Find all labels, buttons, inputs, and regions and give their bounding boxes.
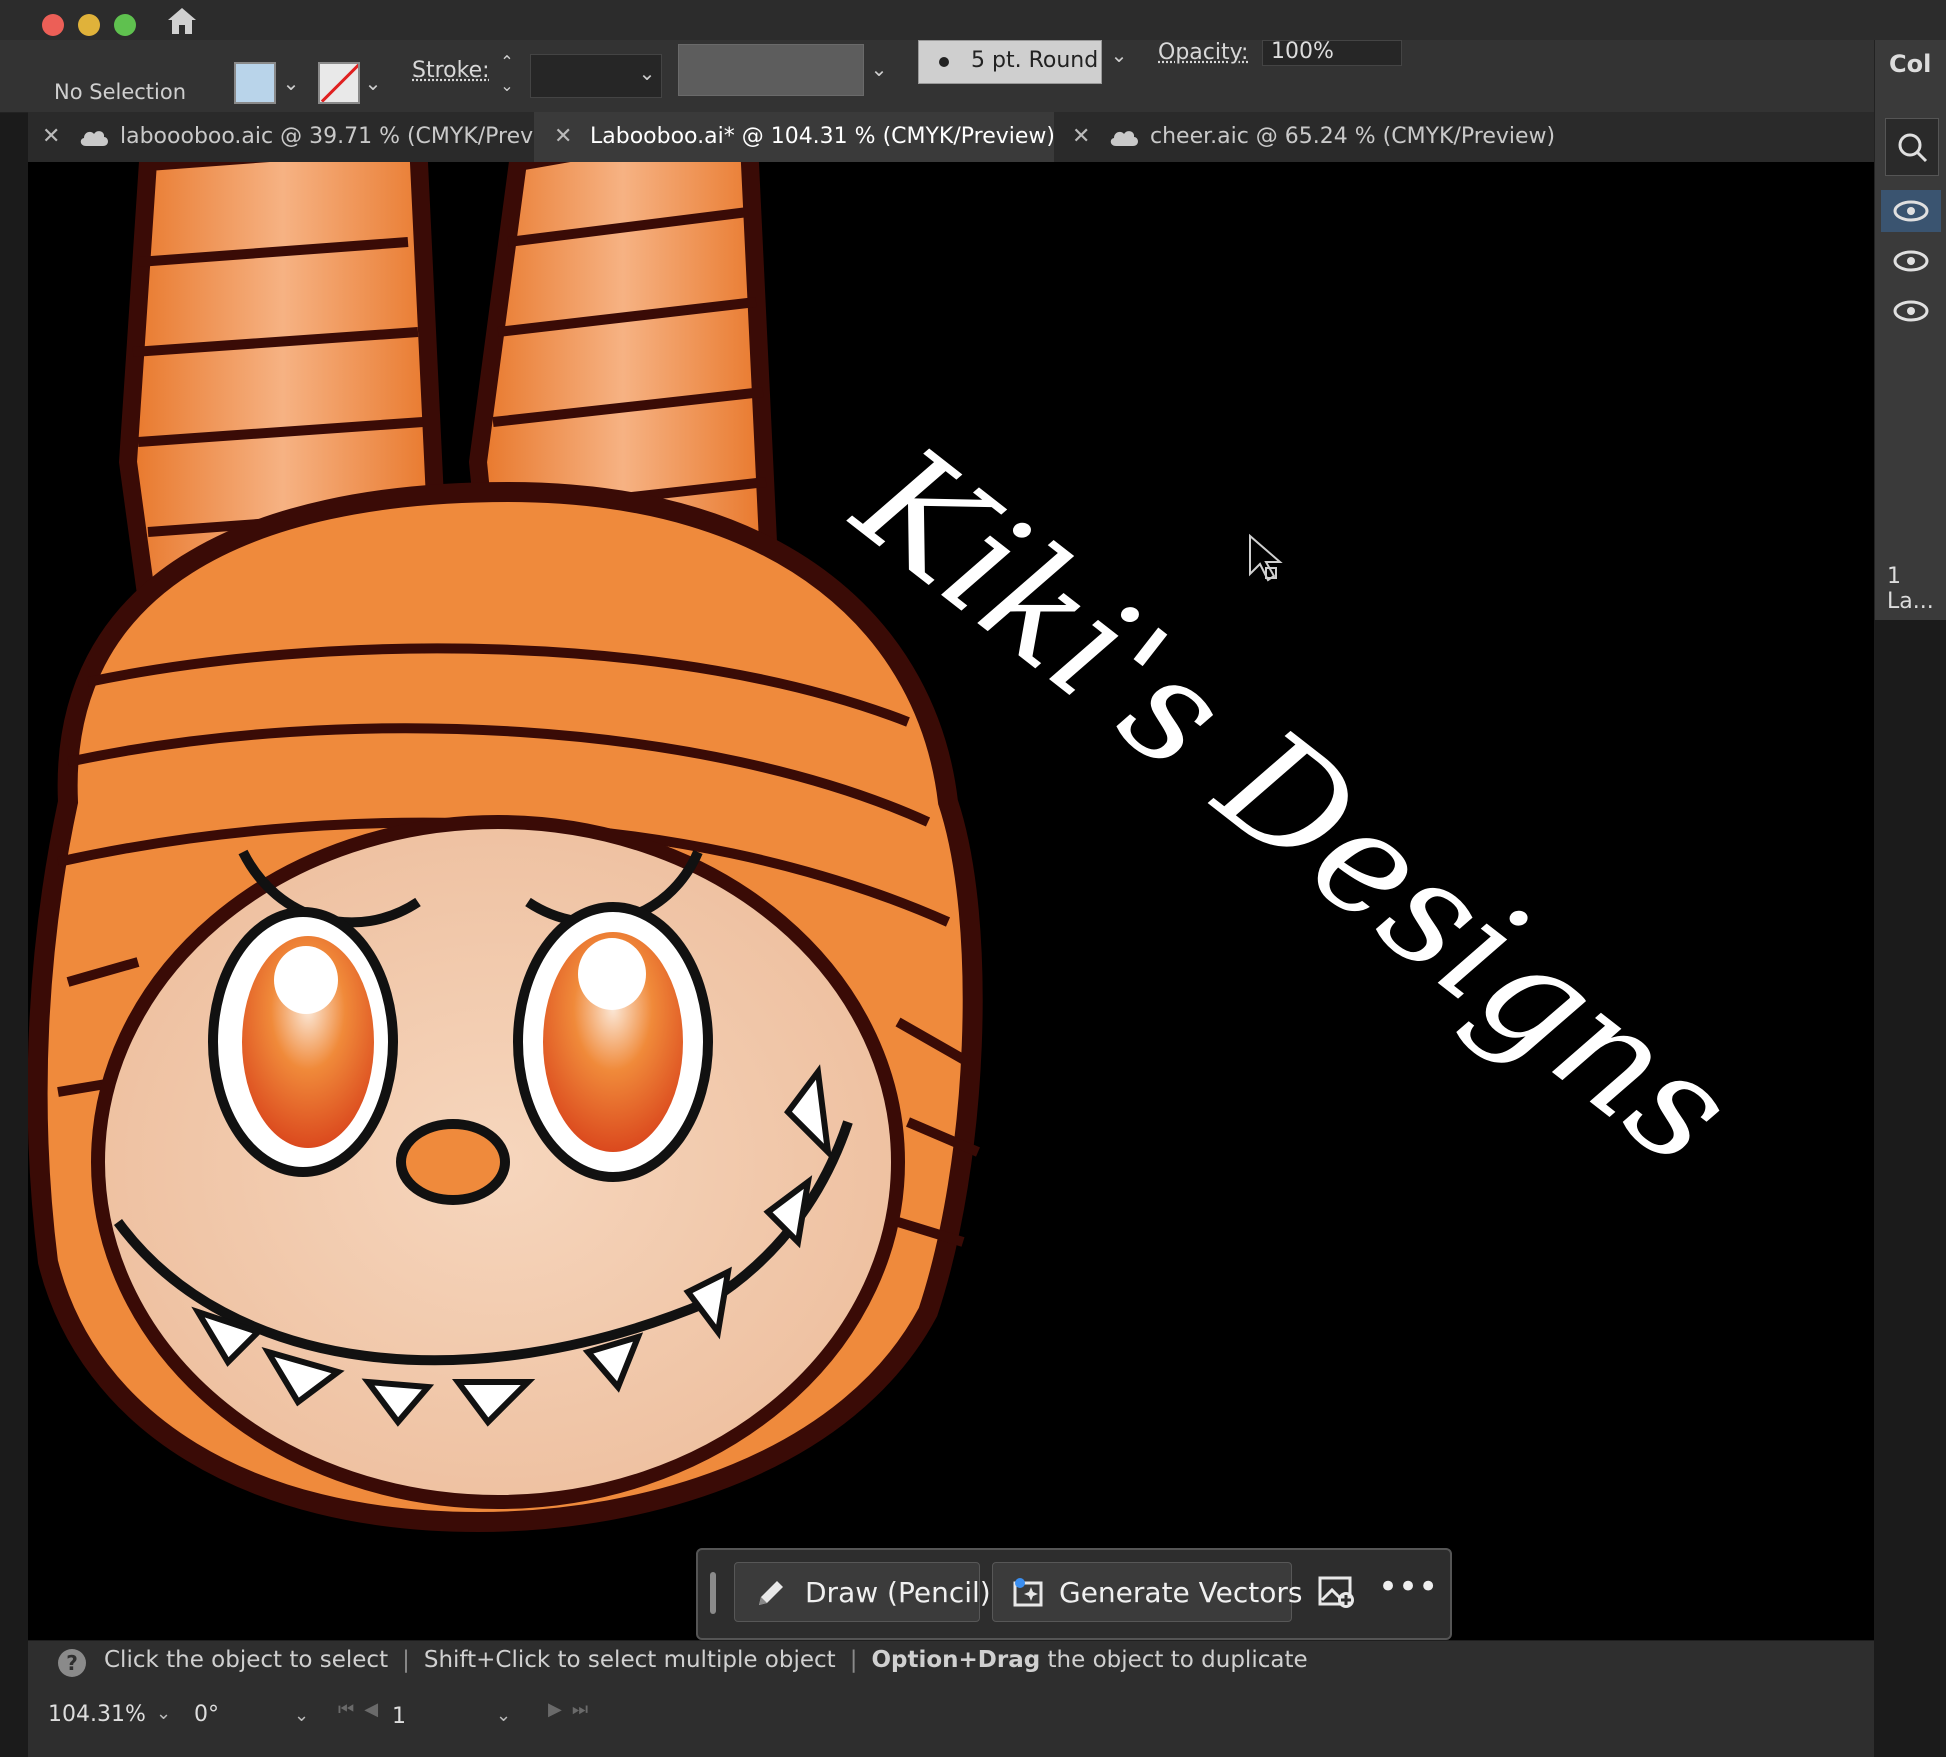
generate-vectors-label: Generate Vectors <box>1059 1576 1303 1609</box>
variable-width-profile-select[interactable] <box>678 44 864 96</box>
drag-handle[interactable] <box>710 1572 716 1614</box>
control-bar: No Selection ⌄ ⌄ Stroke: ⌃ ⌄ ⌄ ⌄ 5 pt. Ro… <box>0 40 1946 113</box>
close-tab-icon[interactable]: ✕ <box>42 112 64 162</box>
visibility-eye-icon[interactable] <box>1881 240 1941 282</box>
cloud-icon <box>80 131 108 146</box>
search-icon <box>1898 133 1928 163</box>
tab-label: cheer.aic @ 65.24 % (CMYK/Preview) <box>1150 124 1556 149</box>
tab-labooboo-ai[interactable]: ✕ Labooboo.ai* @ 104.31 % (CMYK/Preview) <box>534 112 1055 162</box>
cloud-icon <box>1110 131 1138 146</box>
home-icon[interactable] <box>164 4 200 36</box>
opacity-field[interactable]: 100% <box>1262 40 1402 66</box>
close-tab-icon[interactable]: ✕ <box>554 112 576 162</box>
place-image-icon[interactable] <box>1310 1564 1362 1620</box>
tab-cheer-aic[interactable]: ✕ cheer.aic @ 65.24 % (CMYK/Preview) <box>1072 112 1555 162</box>
selection-status: No Selection <box>54 80 187 104</box>
layers-count: 1 La... <box>1887 564 1934 614</box>
panel-title[interactable]: Col <box>1889 50 1931 78</box>
panel-search-button[interactable] <box>1885 118 1939 176</box>
opacity-label[interactable]: Opacity: <box>1158 40 1248 65</box>
brush-dot-icon <box>939 57 949 67</box>
brush-definition-select[interactable]: 5 pt. Round <box>918 40 1102 84</box>
artboard-next-arrows-icon[interactable]: ▶⏭ <box>548 1699 598 1720</box>
nose <box>396 1119 510 1205</box>
stroke-weight-chevron-icon[interactable]: ⌄ <box>636 62 658 84</box>
separator: | <box>402 1647 410 1673</box>
generate-vectors-button[interactable]: Generate Vectors <box>992 1562 1302 1622</box>
tab-laboooboo-aic[interactable]: ✕ laboooboo.aic @ 39.71 % (CMYK/Preview) <box>42 112 579 162</box>
artboard-canvas[interactable]: Kiki's Designs <box>27 111 1874 1686</box>
hint-option-drag: Option+Drag <box>871 1647 1041 1673</box>
visibility-eye-icon[interactable] <box>1881 190 1941 232</box>
contextual-task-bar: Draw (Pencil) Generate Vectors ••• <box>696 1548 1452 1640</box>
close-tab-icon[interactable]: ✕ <box>1072 112 1094 162</box>
stroke-dropdown-chevron-icon[interactable]: ⌄ <box>362 72 384 94</box>
separator: | <box>849 1647 858 1673</box>
stroke-color-swatch[interactable] <box>318 62 360 104</box>
pencil-icon <box>759 1581 783 1605</box>
minimize-window-button[interactable] <box>78 14 100 36</box>
stroke-label[interactable]: Stroke: <box>412 58 490 83</box>
zoom-chevron-icon[interactable]: ⌄ <box>156 1703 171 1724</box>
profile-chevron-icon[interactable]: ⌄ <box>868 58 890 80</box>
layers-panel: Col 1 La... <box>1874 40 1946 620</box>
hint-duplicate: the object to duplicate <box>1047 1647 1308 1673</box>
visibility-eye-icon[interactable] <box>1881 290 1941 332</box>
layer-row[interactable] <box>1881 240 1941 282</box>
draw-pencil-label: Draw (Pencil) <box>805 1576 991 1609</box>
tab-label: laboooboo.aic @ 39.71 % (CMYK/Preview) <box>120 124 580 149</box>
zoom-window-button[interactable] <box>114 14 136 36</box>
hint-shift-click: Shift+Click to select multiple object <box>423 1647 836 1673</box>
title-bar <box>0 0 1946 40</box>
draw-pencil-button[interactable]: Draw (Pencil) <box>734 1562 991 1622</box>
layer-row[interactable] <box>1881 290 1941 332</box>
layer-row[interactable] <box>1881 190 1941 232</box>
artboard-chevron-icon[interactable]: ⌄ <box>496 1705 511 1726</box>
close-window-button[interactable] <box>42 14 64 36</box>
status-hint: Click the object to select | Shift+Click t… <box>104 1647 1308 1673</box>
artboard-prev-arrows-icon[interactable]: ⏮◀ <box>338 1699 388 1720</box>
rotation-angle-field[interactable]: 0° <box>194 1697 334 1733</box>
document-tab-bar: ✕ laboooboo.aic @ 39.71 % (CMYK/Preview) … <box>28 112 1874 163</box>
generate-vectors-icon <box>1013 1578 1043 1607</box>
brush-definition-label: 5 pt. Round <box>971 48 1099 73</box>
stroke-weight-stepper[interactable]: ⌃ ⌄ <box>494 50 520 100</box>
fill-dropdown-chevron-icon[interactable]: ⌄ <box>280 72 302 94</box>
help-icon[interactable]: ? <box>58 1649 86 1677</box>
tab-label: Labooboo.ai* @ 104.31 % (CMYK/Preview) <box>590 124 1055 149</box>
status-bar: ? Click the object to select | Shift+Click… <box>28 1640 1874 1757</box>
brush-chevron-icon[interactable]: ⌄ <box>1108 44 1130 66</box>
rotation-chevron-icon[interactable]: ⌄ <box>294 1705 309 1726</box>
more-options-button[interactable]: ••• <box>1378 1564 1438 1620</box>
hint-click: Click the object to select <box>104 1647 389 1673</box>
artboard-number-field[interactable]: 1 <box>392 1699 512 1735</box>
labubu-artwork[interactable]: Kiki's Designs <box>27 111 1874 1686</box>
fill-color-swatch[interactable] <box>234 62 276 104</box>
